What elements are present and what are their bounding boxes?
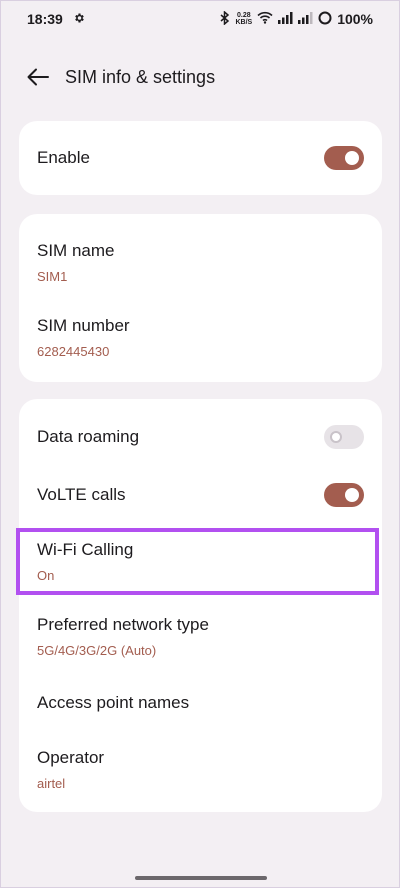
enable-label: Enable <box>37 148 90 167</box>
battery-icon <box>318 11 332 28</box>
bluetooth-icon <box>220 9 230 28</box>
wifi-calling-row[interactable]: Wi-Fi Calling On <box>19 533 382 589</box>
toggle-knob <box>330 431 342 443</box>
toggle-knob <box>345 488 359 502</box>
sim-number-label: SIM number <box>37 315 130 335</box>
sim-name-label: SIM name <box>37 240 115 260</box>
app-bar: SIM info & settings <box>1 53 399 101</box>
preferred-network-value: 5G/4G/3G/2G (Auto) <box>37 642 157 658</box>
volte-calls-label: VoLTE calls <box>37 485 126 504</box>
toggle-knob <box>345 151 359 165</box>
access-point-names-row[interactable]: Access point names <box>19 679 382 727</box>
status-right: 0.28 KB/S 100% <box>220 9 373 28</box>
status-left: 18:39 <box>27 11 85 27</box>
wifi-icon <box>257 11 273 27</box>
back-button[interactable] <box>25 64 51 90</box>
network-speed-value: 0.28 <box>237 12 251 19</box>
preferred-network-row[interactable]: Preferred network type 5G/4G/3G/2G (Auto… <box>19 608 382 664</box>
data-roaming-toggle[interactable] <box>324 425 364 449</box>
sim-name-row[interactable]: SIM name SIM1 <box>19 234 382 290</box>
network-speed-unit: KB/S <box>235 19 253 26</box>
volte-calls-row[interactable]: VoLTE calls <box>19 471 382 519</box>
status-bar: 18:39 0.28 KB/S 100% <box>1 1 399 37</box>
network-speed: 0.28 KB/S <box>235 12 252 26</box>
operator-label: Operator <box>37 747 105 767</box>
wifi-calling-label: Wi-Fi Calling <box>37 539 134 559</box>
page-title: SIM info & settings <box>65 66 216 87</box>
arrow-left-icon <box>27 68 49 86</box>
signal-icon <box>278 11 293 27</box>
operator-value: airtel <box>37 775 66 791</box>
wifi-calling-value: On <box>37 567 55 583</box>
sim-name-value: SIM1 <box>37 268 68 284</box>
home-indicator[interactable] <box>135 876 267 880</box>
enable-card: Enable <box>19 121 382 195</box>
volte-calls-toggle[interactable] <box>324 483 364 507</box>
enable-row[interactable]: Enable <box>19 121 382 195</box>
sim-number-row[interactable]: SIM number 6282445430 <box>19 309 382 365</box>
network-settings-card: Data roaming VoLTE calls Wi-Fi Calling O… <box>19 399 382 812</box>
data-roaming-row[interactable]: Data roaming <box>19 413 382 461</box>
sim-number-value: 6282445430 <box>37 343 110 359</box>
signal-secondary-icon <box>298 11 313 27</box>
enable-toggle[interactable] <box>324 146 364 170</box>
sim-details-card: SIM name SIM1 SIM number 6282445430 <box>19 214 382 382</box>
access-point-names-label: Access point names <box>37 693 190 712</box>
operator-row[interactable]: Operator airtel <box>19 741 382 797</box>
battery-level: 100% <box>337 11 373 27</box>
preferred-network-label: Preferred network type <box>37 614 209 634</box>
data-roaming-label: Data roaming <box>37 427 140 446</box>
status-time: 18:39 <box>27 11 63 27</box>
settings-gear-icon <box>73 11 85 27</box>
